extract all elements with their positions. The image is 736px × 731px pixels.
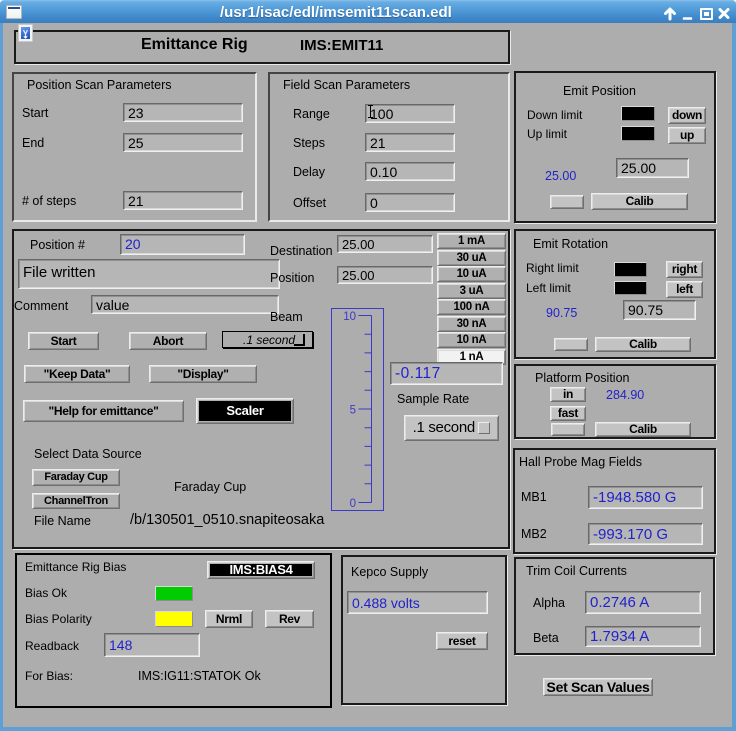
svg-text:5: 5 (350, 405, 356, 417)
svg-text:0: 0 (350, 498, 356, 509)
svg-text:10: 10 (343, 311, 356, 323)
